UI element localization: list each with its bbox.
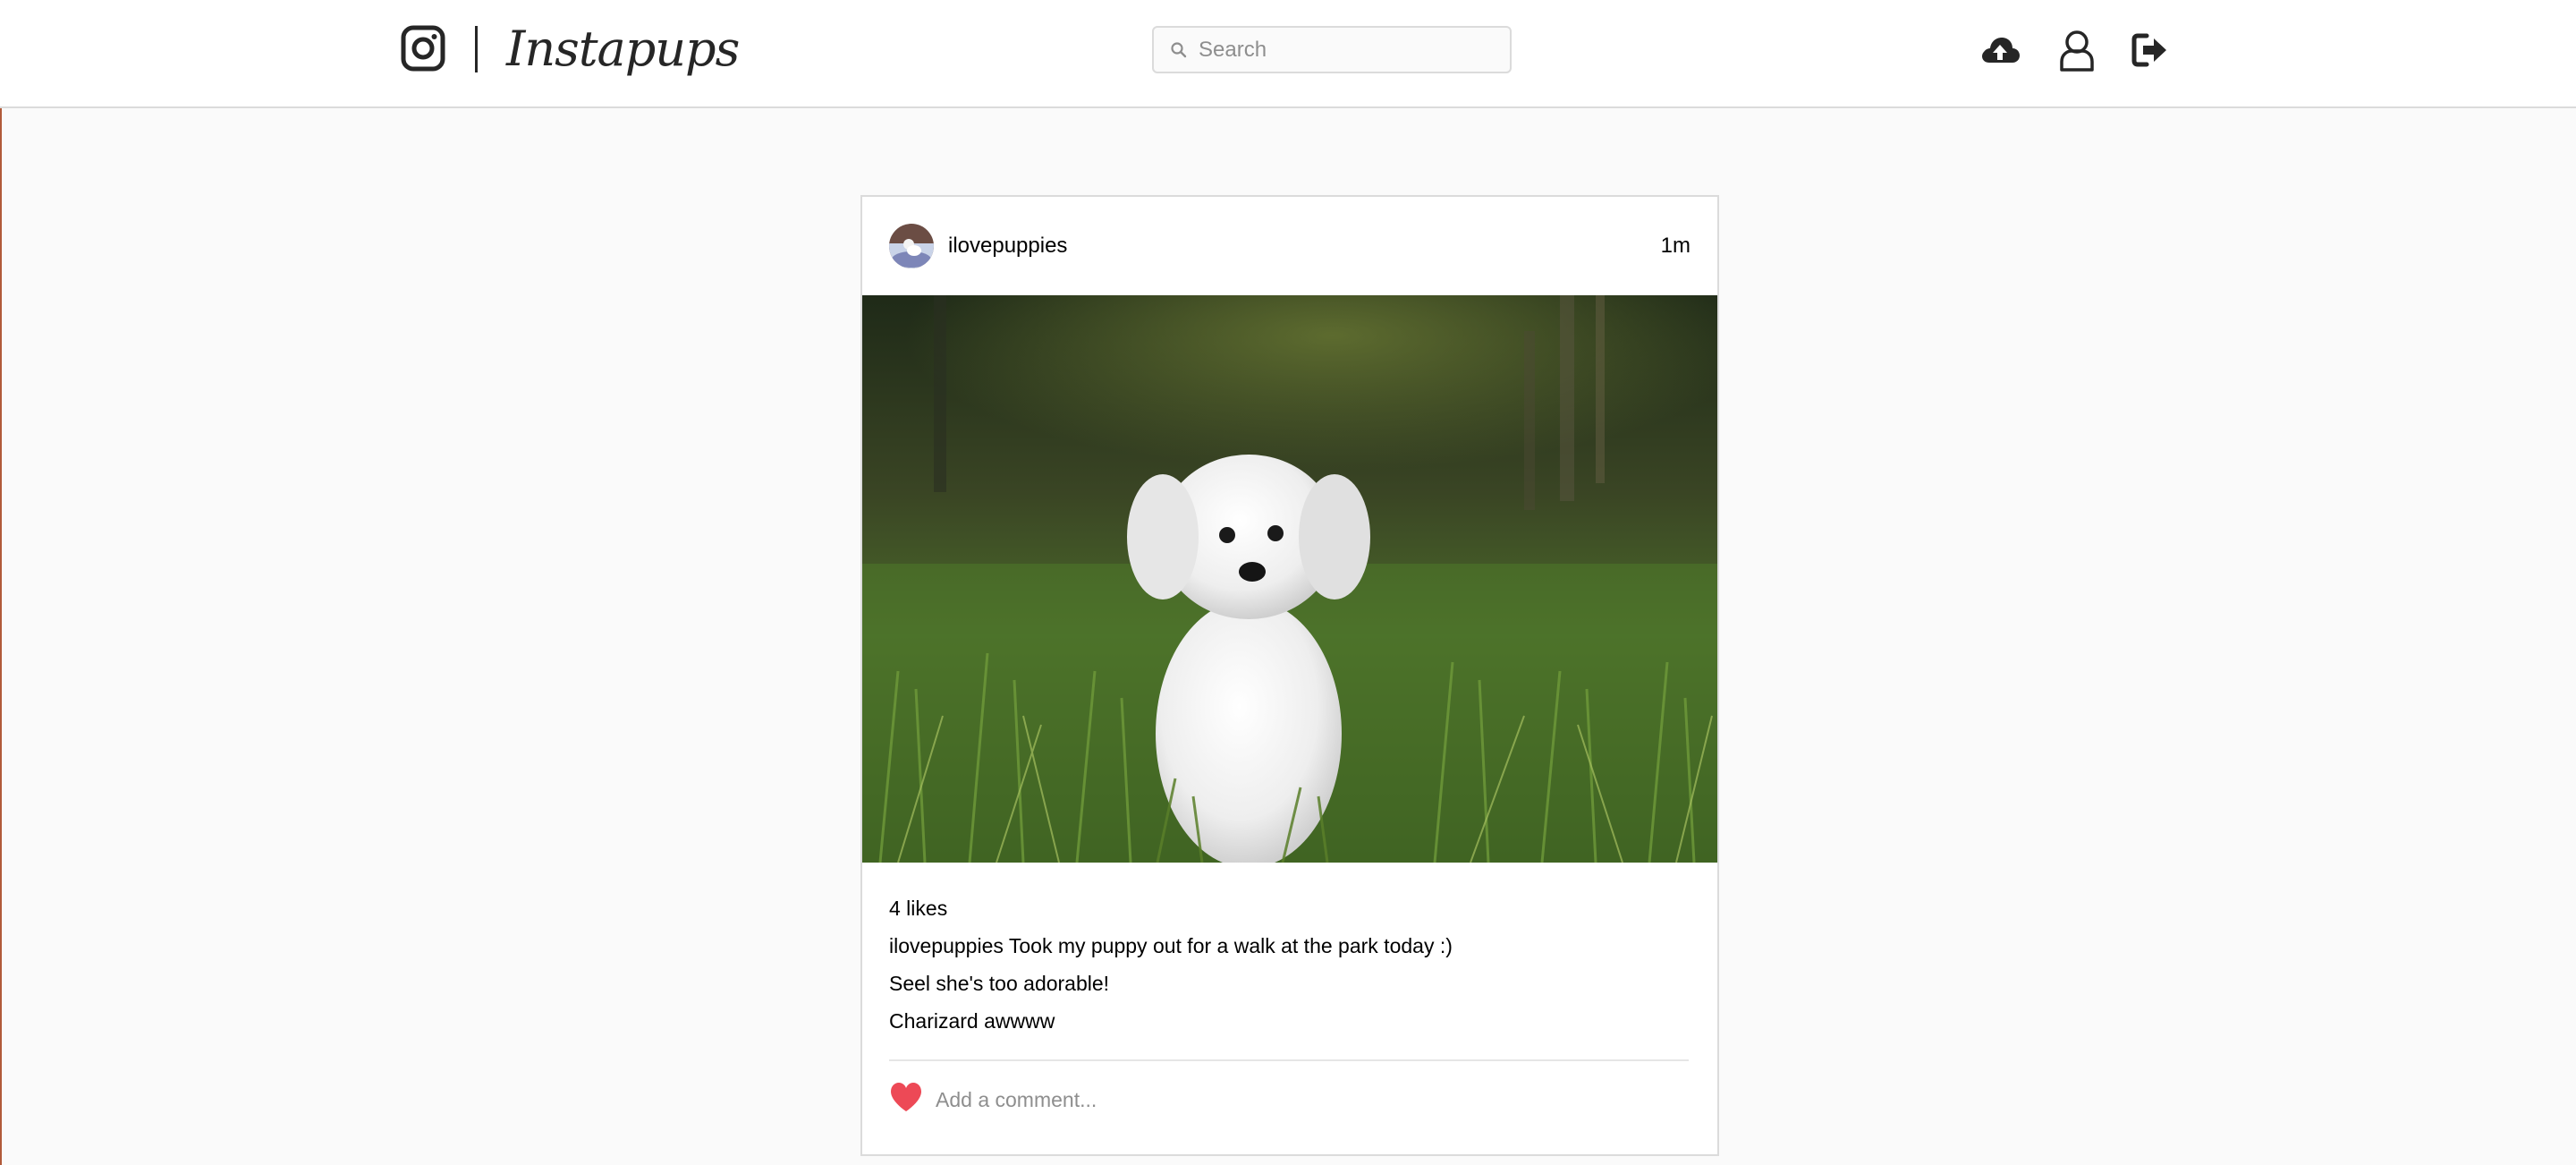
instagram-camera-icon[interactable] <box>401 25 445 72</box>
top-navigation-bar: Instapups <box>0 0 2576 108</box>
search-icon <box>1171 42 1187 58</box>
comment-item: Seel she's too adorable! <box>889 972 1110 995</box>
window-edge <box>0 0 2 1165</box>
post-card: ilovepuppies 1m 4 likes ilovepuppies Too… <box>860 195 1719 1156</box>
white-puppy-in-grass-photo <box>862 295 1717 863</box>
cloud-upload-icon[interactable] <box>1979 29 2021 72</box>
divider <box>889 1059 1689 1061</box>
search-input[interactable] <box>1199 28 1503 72</box>
logout-icon[interactable] <box>2131 30 2170 70</box>
comment-item: Charizard awwww <box>889 1009 1055 1033</box>
logo-divider <box>475 26 478 72</box>
search-box[interactable] <box>1152 26 1512 73</box>
post-caption: ilovepuppies Took my puppy out for a wal… <box>889 931 1453 961</box>
caption-author[interactable]: ilovepuppies <box>889 934 1004 957</box>
add-comment-input[interactable] <box>936 1083 1678 1117</box>
likes-count: 4 likes <box>889 897 948 920</box>
user-profile-icon[interactable] <box>2055 28 2098 72</box>
post-timestamp: 1m <box>1660 234 1690 258</box>
post-image[interactable] <box>862 295 1717 863</box>
heart-icon[interactable] <box>889 1081 923 1113</box>
caption-text: Took my puppy out for a walk at the park… <box>1008 934 1453 957</box>
post-username[interactable]: ilovepuppies <box>948 231 1067 261</box>
avatar[interactable] <box>889 224 934 268</box>
brand-name[interactable]: Instapups <box>506 18 740 81</box>
